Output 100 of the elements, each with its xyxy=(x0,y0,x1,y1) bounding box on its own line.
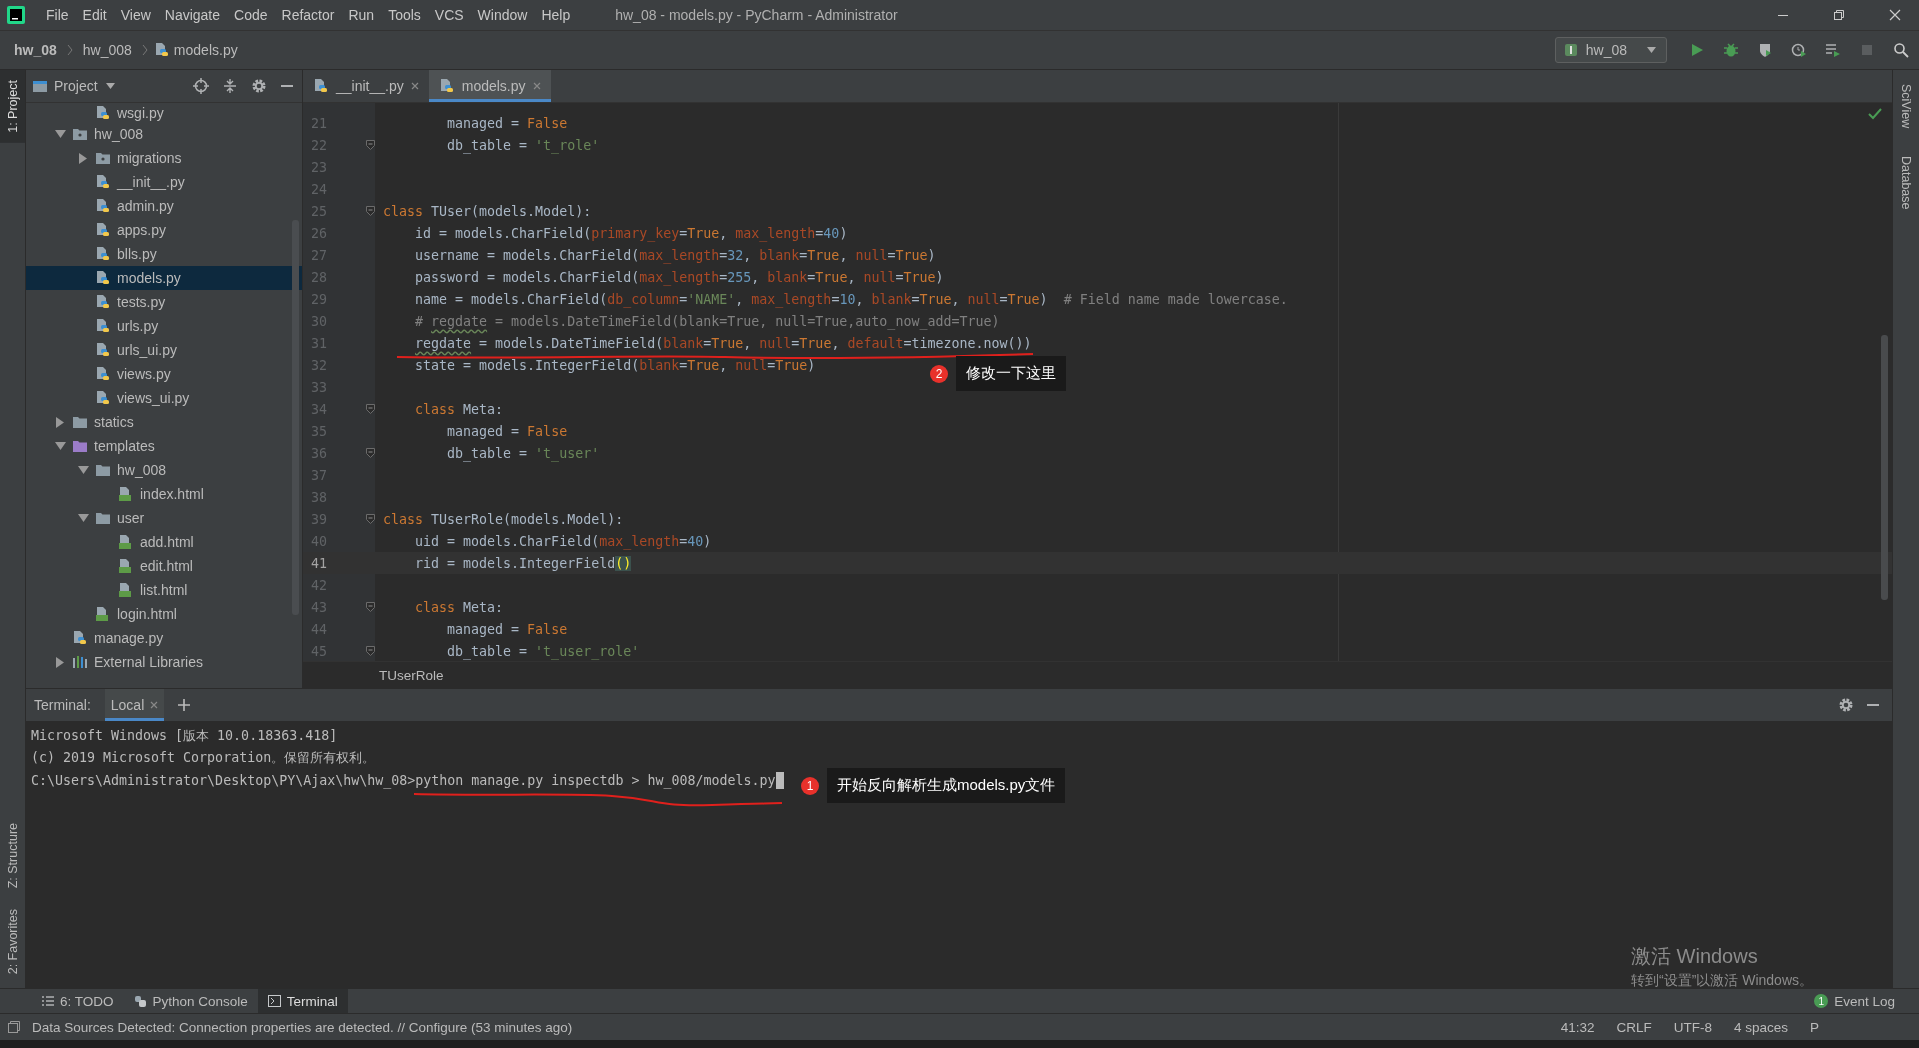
fold-marker-icon[interactable] xyxy=(365,206,375,216)
caret-icon xyxy=(105,83,115,89)
python-file-icon xyxy=(95,390,111,406)
tool-window-tab[interactable]: 2: Favorites xyxy=(0,898,25,984)
menu-item[interactable]: Window xyxy=(470,4,535,26)
tree-item-label[interactable]: list.html xyxy=(140,582,188,598)
settings-icon[interactable] xyxy=(1838,697,1854,713)
bug-icon[interactable] xyxy=(1723,42,1739,58)
tree-item-label[interactable]: blls.py xyxy=(117,246,157,262)
status-item[interactable]: CRLF xyxy=(1616,1019,1652,1035)
scrollbar-thumb[interactable] xyxy=(1881,335,1888,600)
breadcrumb-item[interactable]: TUserRole xyxy=(379,667,444,683)
tree-item-label[interactable]: views_ui.py xyxy=(117,390,190,406)
annotation-callout: 修改一下这里 xyxy=(956,356,1066,391)
tree-item-label[interactable]: urls_ui.py xyxy=(117,342,177,358)
menu-item[interactable]: File xyxy=(39,4,76,26)
fold-marker-icon[interactable] xyxy=(365,646,375,656)
status-item[interactable]: P xyxy=(1810,1019,1819,1035)
python-file-icon xyxy=(153,42,170,58)
fold-marker-icon[interactable] xyxy=(365,602,375,612)
status-item[interactable]: 4 spaces xyxy=(1733,1019,1788,1035)
event-log-button[interactable]: 1 Event Log xyxy=(1814,989,1919,1013)
search-icon[interactable] xyxy=(1893,42,1909,58)
tree-item-label[interactable]: hw_008 xyxy=(94,126,144,142)
menu-item[interactable]: View xyxy=(113,4,158,26)
collapse-arrow-icon[interactable] xyxy=(79,152,87,164)
status-item[interactable]: 41:32 xyxy=(1560,1019,1595,1035)
close-icon[interactable] xyxy=(1889,9,1901,21)
menu-item[interactable]: Run xyxy=(341,4,382,26)
menu-item[interactable]: Edit xyxy=(75,4,114,26)
tool-window-button[interactable]: 6: TODO xyxy=(32,989,124,1013)
list-run-icon[interactable] xyxy=(1825,42,1841,58)
tree-item-label[interactable]: login.html xyxy=(117,606,177,622)
breadcrumb-item[interactable]: models.py xyxy=(169,39,244,61)
shield-icon[interactable] xyxy=(1757,42,1773,58)
settings-icon[interactable] xyxy=(251,78,267,94)
close-icon[interactable] xyxy=(410,82,419,90)
fold-marker-icon[interactable] xyxy=(365,404,375,414)
tree-item-label[interactable]: tests.py xyxy=(117,294,166,310)
breadcrumb-item[interactable]: hw_08 xyxy=(14,39,63,61)
collapse-arrow-icon[interactable] xyxy=(56,656,64,668)
python-file-icon xyxy=(95,366,111,382)
tool-window-tab[interactable]: 1: Project xyxy=(0,70,25,143)
tool-window-button[interactable]: Terminal xyxy=(257,989,348,1013)
selected-tree-row[interactable]: models.py xyxy=(26,266,302,290)
fold-marker-icon[interactable] xyxy=(365,140,375,150)
tree-item-label[interactable]: views.py xyxy=(117,366,171,382)
expand-arrow-icon[interactable] xyxy=(54,442,66,450)
menu-item[interactable]: Tools xyxy=(381,4,428,26)
menu-item[interactable]: VCS xyxy=(427,4,471,26)
html-file-icon xyxy=(95,606,111,622)
status-item[interactable]: UTF-8 xyxy=(1673,1019,1712,1035)
tree-item-label[interactable]: manage.py xyxy=(94,630,164,646)
expand-arrow-icon[interactable] xyxy=(77,514,89,522)
target-icon[interactable] xyxy=(193,78,209,94)
menu-item[interactable]: Help xyxy=(534,4,578,26)
tree-item-label[interactable]: urls.py xyxy=(117,318,159,334)
collapse-icon[interactable] xyxy=(222,78,238,94)
tree-item[interactable]: wsgi.py xyxy=(117,104,164,121)
add-icon[interactable] xyxy=(178,699,191,711)
terminal-tab[interactable]: Local xyxy=(104,689,165,721)
tool-window-tab[interactable]: Z: Structure xyxy=(0,813,25,899)
tree-item-label[interactable]: user xyxy=(117,510,145,526)
menu-item[interactable]: Navigate xyxy=(157,4,228,26)
window-icon[interactable] xyxy=(8,1021,20,1033)
expand-arrow-icon[interactable] xyxy=(54,130,66,138)
caret-icon xyxy=(1647,47,1656,53)
tool-window-button[interactable]: Python Console xyxy=(123,989,258,1013)
tree-item-label[interactable]: index.html xyxy=(140,486,204,502)
tree-item-label[interactable]: hw_008 xyxy=(117,462,167,478)
tree-item-label[interactable]: migrations xyxy=(117,150,182,166)
run-config-dropdown[interactable]: hw_08 xyxy=(1554,37,1667,63)
code-line: name = models.CharField(db_column='NAME', max_length=10, blank=True, null=True) # Field name made lowercase. xyxy=(414,291,1288,307)
breadcrumb-item[interactable]: hw_008 xyxy=(78,39,138,61)
fold-marker-icon[interactable] xyxy=(365,514,375,524)
tool-window-tab[interactable]: Database xyxy=(1893,152,1919,214)
profiler-icon[interactable] xyxy=(1791,42,1807,58)
tree-item-label[interactable]: statics xyxy=(94,414,134,430)
project-view-dropdown[interactable]: Project xyxy=(54,78,115,94)
tree-item-label[interactable]: models.py xyxy=(117,270,181,286)
run-icon[interactable] xyxy=(1689,42,1705,58)
fold-marker-icon[interactable] xyxy=(365,448,375,458)
tree-item-label[interactable]: edit.html xyxy=(140,558,193,574)
editor-tab[interactable]: __init__.py xyxy=(303,70,429,102)
tree-item-label[interactable]: __init__.py xyxy=(117,174,185,190)
menu-item[interactable]: Code xyxy=(227,4,275,26)
tree-item-label[interactable]: add.html xyxy=(140,534,194,550)
collapse-arrow-icon[interactable] xyxy=(56,416,64,428)
menu-item[interactable]: Refactor xyxy=(274,4,342,26)
editor-tab[interactable]: models.py xyxy=(428,70,551,102)
tool-window-tab[interactable]: SciView xyxy=(1893,80,1919,133)
restore-icon[interactable] xyxy=(1833,9,1845,21)
tree-item-label[interactable]: apps.py xyxy=(117,222,167,238)
tree-item-label[interactable]: External Libraries xyxy=(94,654,203,670)
python-file-icon xyxy=(95,318,111,334)
scrollbar-thumb[interactable] xyxy=(292,220,299,615)
code-line: managed = False xyxy=(446,115,568,131)
expand-arrow-icon[interactable] xyxy=(77,466,89,474)
tree-item-label[interactable]: admin.py xyxy=(117,198,174,214)
tree-item-label[interactable]: templates xyxy=(94,438,155,454)
